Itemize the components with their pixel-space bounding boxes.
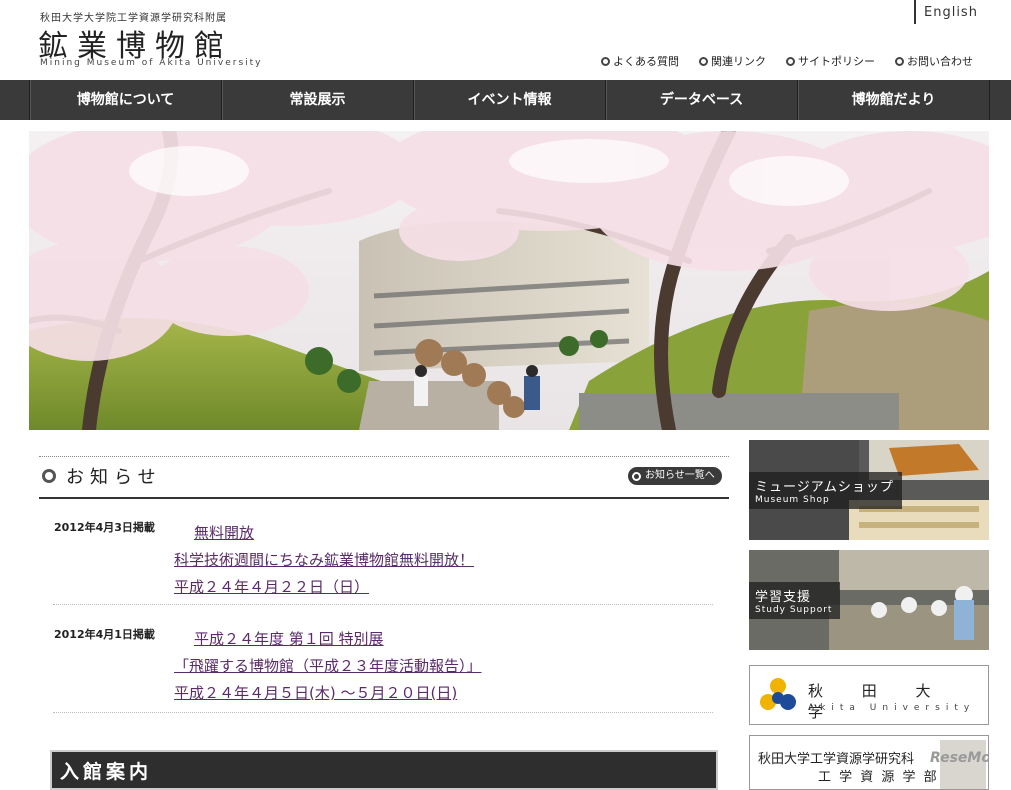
- hero-image: [29, 131, 989, 430]
- contact-link[interactable]: お問い合わせ: [895, 53, 973, 69]
- bullet-icon: [632, 471, 641, 481]
- faculty-banner[interactable]: 秋田大学工学資源学研究科 工 学 資 源 学 部 ReseMom: [749, 735, 989, 790]
- news-heading: お知らせ: [66, 467, 162, 488]
- news-date: 2012年4月3日掲載: [54, 521, 155, 534]
- news-link[interactable]: 無料開放: [194, 522, 254, 543]
- study-support-label: 学習支援 Study Support: [749, 582, 841, 619]
- related-links-link[interactable]: 関連リンク: [699, 53, 766, 69]
- news-divider: [53, 604, 713, 605]
- akita-university-banner[interactable]: 秋 田 大 学 Akita University: [749, 665, 989, 725]
- nav-events[interactable]: イベント情報: [414, 80, 606, 120]
- nav-database[interactable]: データベース: [606, 80, 798, 120]
- faq-link[interactable]: よくある質問: [601, 53, 679, 69]
- news-link[interactable]: 平成２４年４月５日(木) ～５月２０日(日): [174, 682, 457, 703]
- akita-university-english: Akita University: [808, 703, 976, 713]
- nav-about[interactable]: 博物館について: [30, 80, 222, 120]
- museum-shop-banner[interactable]: ミュージアムショップ Museum Shop: [749, 440, 989, 540]
- site-logo-english: Mining Museum of Akita University: [40, 58, 263, 68]
- news-link[interactable]: 科学技術週間にちなみ鉱業博物館無料開放！: [174, 549, 474, 570]
- nav-newsletter[interactable]: 博物館だより: [798, 80, 990, 120]
- news-bullet-icon: [42, 469, 56, 483]
- akita-university-logo-icon: [760, 678, 796, 710]
- news-link[interactable]: 平成２４年４月２２日（日）: [174, 576, 369, 597]
- bullet-icon: [699, 56, 708, 66]
- global-nav: 博物館について 常設展示 イベント情報 データベース 博物館だより: [0, 80, 1011, 120]
- faculty-name: 工 学 資 源 学 部: [818, 770, 939, 785]
- site-policy-link[interactable]: サイトポリシー: [786, 53, 875, 69]
- visit-guide-title[interactable]: 入館案内: [60, 757, 152, 784]
- watermark: ReseMom: [930, 750, 988, 766]
- utility-nav: よくある質問 関連リンク サイトポリシー お問い合わせ: [601, 53, 973, 69]
- nav-permanent-exhibition[interactable]: 常設展示: [222, 80, 414, 120]
- akita-university-name: 秋 田 大 学: [808, 682, 948, 721]
- news-divider: [53, 712, 713, 713]
- museum-shop-label: ミュージアムショップ Museum Shop: [749, 472, 902, 509]
- english-link[interactable]: English: [914, 0, 1011, 24]
- bullet-icon: [895, 56, 904, 66]
- bullet-icon: [786, 56, 795, 66]
- news-link[interactable]: 平成２４年度 第１回 特別展: [194, 628, 384, 649]
- news-date: 2012年4月1日掲載: [54, 628, 155, 641]
- study-support-banner[interactable]: 学習支援 Study Support: [749, 550, 989, 650]
- bullet-icon: [601, 56, 610, 66]
- news-list-button[interactable]: お知らせ一覧へ: [628, 467, 722, 485]
- faculty-graduate-school: 秋田大学工学資源学研究科: [758, 752, 915, 767]
- news-link[interactable]: 「飛躍する博物館（平成２３年度活動報告）」: [174, 655, 482, 676]
